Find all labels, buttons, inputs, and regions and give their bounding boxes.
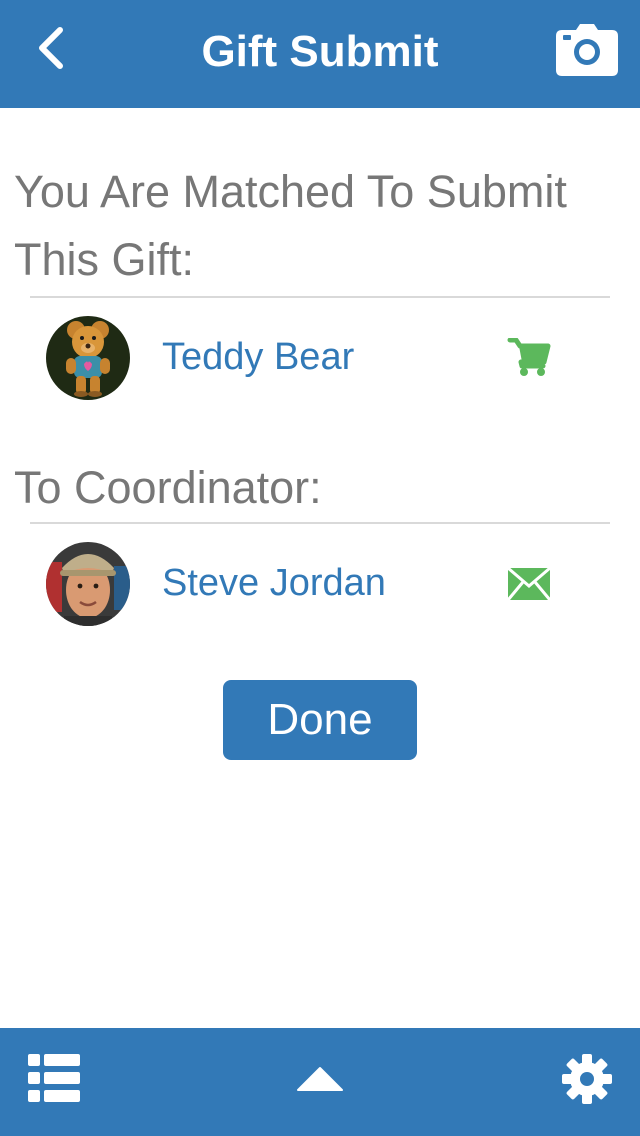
settings-button[interactable] (562, 1054, 612, 1104)
person-avatar (46, 542, 130, 626)
gift-item-row[interactable]: Teddy Bear (30, 302, 610, 412)
gift-item-name: Teddy Bear (162, 336, 355, 378)
expand-up-button[interactable] (296, 1066, 344, 1094)
camera-button[interactable] (556, 24, 618, 76)
coordinator-section-label: To Coordinator: (14, 462, 322, 513)
top-nav-bar: Gift Submit (0, 0, 640, 108)
divider (30, 522, 610, 524)
email-button[interactable] (506, 564, 552, 604)
list-icon (28, 1054, 80, 1102)
bottom-tab-bar (0, 1028, 640, 1136)
done-button[interactable]: Done (223, 680, 417, 760)
coordinator-row[interactable]: Steve Jordan (30, 528, 610, 638)
triangle-up-icon (297, 1067, 343, 1091)
shopping-cart-button[interactable] (506, 337, 552, 378)
envelope-icon (506, 566, 552, 601)
shopping-cart-icon (507, 337, 551, 376)
list-button[interactable] (28, 1054, 80, 1102)
gear-icon (562, 1054, 612, 1104)
teddy-bear-avatar (46, 316, 130, 400)
gift-section-label: You Are Matched To Submit This Gift: (14, 166, 567, 285)
app-screen: Gift Submit You Are Matched To Submit Th… (0, 0, 640, 1136)
coordinator-name: Steve Jordan (162, 562, 386, 604)
divider (30, 296, 610, 298)
camera-icon (556, 24, 618, 76)
page-title: Gift Submit (201, 27, 439, 76)
